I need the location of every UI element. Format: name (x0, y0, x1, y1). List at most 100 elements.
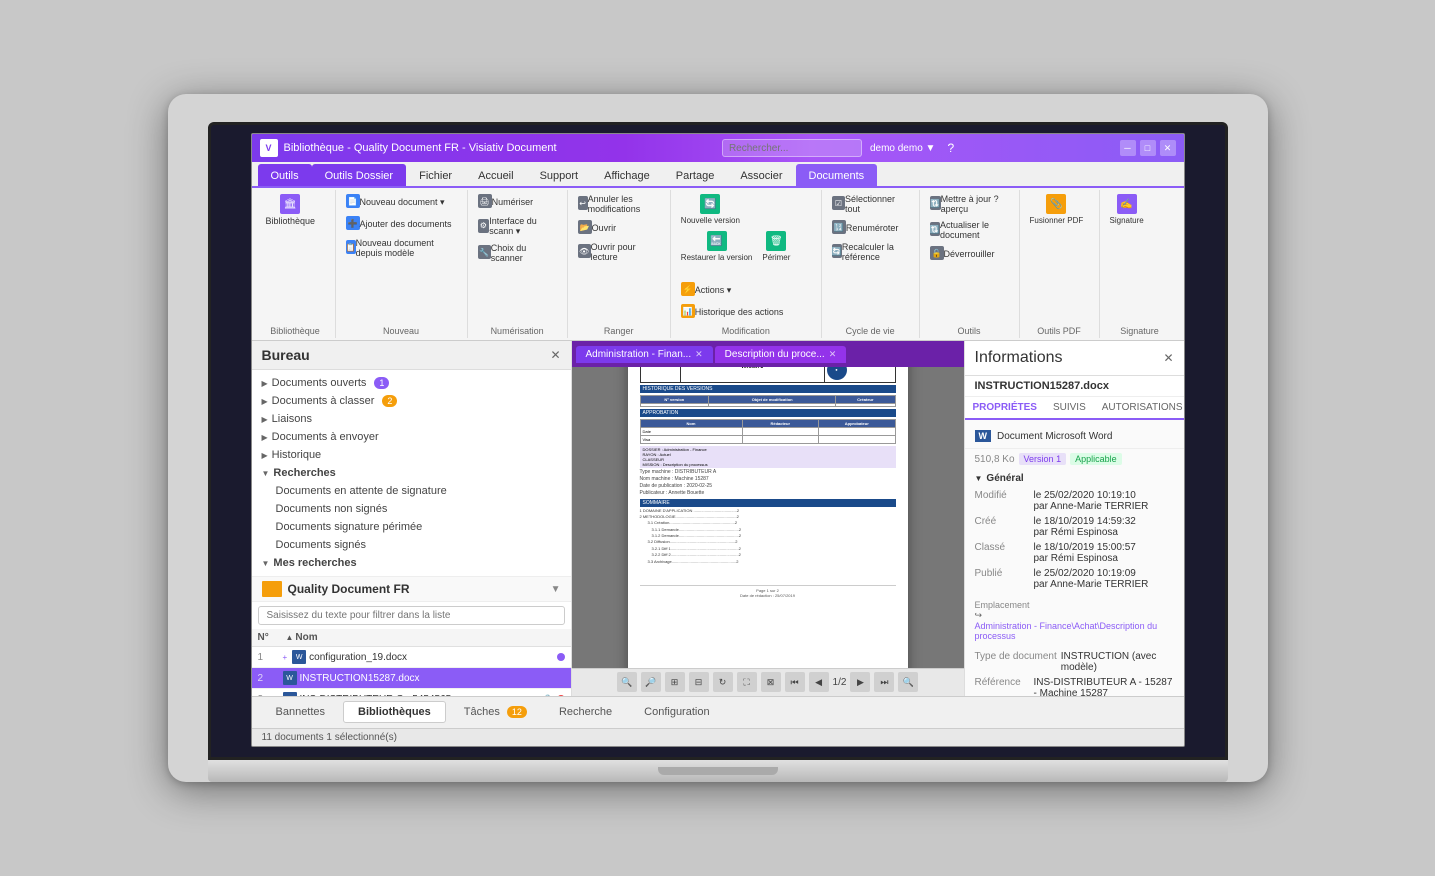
tab-close-icon[interactable]: ✕ (695, 349, 703, 360)
tab-bannettes[interactable]: Bannettes (262, 702, 340, 722)
modified-value: le 25/02/2020 10:19:10 par Anne-Marie TE… (1034, 490, 1174, 512)
tab-autorisations[interactable]: AUTORISATIONS (1094, 397, 1184, 418)
ribbon-group-cycle: ☑ Sélectionner tout 🔢 Renuméroter 🔄 Reca… (822, 190, 920, 338)
sort-icon[interactable]: ▲ (286, 633, 294, 642)
tree-attente-signature[interactable]: Documents en attente de signature (252, 482, 571, 500)
created-value: le 18/10/2019 14:59:32 par Rémi Espinosa (1034, 516, 1174, 538)
ribbon-btn-fusionner[interactable]: 📎 Fusionner PDF (1026, 192, 1088, 227)
prop-created: Créé le 18/10/2019 14:59:32 par Rémi Esp… (975, 514, 1174, 540)
tree-recherches[interactable]: ▼ Recherches (252, 464, 571, 482)
rotate-icon[interactable]: ↻ (713, 672, 733, 692)
tab-outils-dossier[interactable]: Outils Dossier (312, 164, 406, 186)
doc-tab-admin[interactable]: Administration - Finan... ✕ (576, 346, 713, 363)
prop-published: Publié le 25/02/2020 10:19:09 par Anne-M… (975, 566, 1174, 592)
fullscreen-icon[interactable]: ⛶ (737, 672, 757, 692)
user-label[interactable]: demo demo ▼ (870, 143, 935, 154)
tree-historique[interactable]: ▶ Historique (252, 446, 571, 464)
tab-outils[interactable]: Outils (258, 164, 312, 186)
ribbon-btn-maj-apercu[interactable]: 🔃 Mettre à jour ?aperçu (926, 192, 1013, 216)
ribbon-btn-numeriser[interactable]: 🖨 Numériser (474, 192, 561, 212)
search-doc-icon[interactable]: 🔍 (898, 672, 918, 692)
ribbon-btn-nouveau-doc[interactable]: 📄 Nouveau document ▾ (342, 192, 461, 212)
ribbon-btn-actions[interactable]: ⚡ Actions ▾ (677, 280, 736, 300)
tree-signes[interactable]: Documents signés (252, 536, 571, 554)
tree-non-signes[interactable]: Documents non signés (252, 500, 571, 518)
ribbon-btn-renumeroter[interactable]: 🔢 Renuméroter (828, 218, 913, 238)
library-dropdown-icon[interactable]: ▼ (551, 584, 561, 595)
tree-docs-ouverts[interactable]: ▶ Documents ouverts 1 (252, 374, 571, 392)
last-page-icon[interactable]: ⏭ (874, 672, 894, 692)
tab-close-icon[interactable]: ✕ (829, 349, 837, 360)
next-page-icon[interactable]: ▶ (850, 672, 870, 692)
ribbon-btn-choix-scanner[interactable]: 🔧 Choix du scanner (474, 241, 561, 265)
ribbon-btn-ajouter[interactable]: ➕ Ajouter des documents (342, 214, 461, 234)
maximize-button[interactable]: □ (1140, 140, 1156, 156)
doc-tab-desc[interactable]: Description du proce... ✕ (715, 346, 847, 363)
doc-toolbar: 🔍 🔎 ⊞ ⊟ ↻ ⛶ ⊠ ⏮ ◀ 1/2 ▶ ⏭ (572, 668, 964, 696)
tab-recherche[interactable]: Recherche (545, 702, 626, 722)
tree-docs-envoyer[interactable]: ▶ Documents à envoyer (252, 428, 571, 446)
ribbon-btn-nouvelle-version[interactable]: 🔄 Nouvelle version (677, 192, 744, 227)
tab-proprietes[interactable]: PROPRIÉTES (965, 397, 1045, 420)
tab-accueil[interactable]: Accueil (465, 164, 526, 186)
tree-panel: ▶ Documents ouverts 1 ▶ Documents à clas… (252, 370, 571, 577)
help-icon[interactable]: ? (947, 141, 954, 155)
ribbon-btn-deverrouiller[interactable]: 🔓 Déverrouiller (926, 244, 1013, 264)
tab-documents[interactable]: Documents (796, 164, 878, 186)
ribbon-btn-select-all[interactable]: ☑ Sélectionner tout (828, 192, 913, 216)
ribbon-btn-ouvrir[interactable]: 📂 Ouvrir (574, 218, 664, 238)
col-num: N° (258, 632, 286, 643)
zoom-in-icon[interactable]: 🔎 (641, 672, 661, 692)
actions-icon: ⚡ (681, 282, 695, 296)
expire-icon: 🗑 (766, 231, 786, 251)
version-row: 510,8 Ko Version 1 Applicable (965, 449, 1184, 469)
tab-bibliotheques[interactable]: Bibliothèques (343, 701, 446, 723)
ribbon-btn-signature[interactable]: ✍ Signature (1106, 192, 1148, 227)
ribbon-btn-actualiser[interactable]: 🔃 Actualiser le document (926, 218, 1013, 242)
ribbon-btn-nouveau-modele[interactable]: 📋 Nouveau document depuis modèle (342, 236, 461, 260)
list-search-input[interactable] (258, 606, 565, 625)
tab-support[interactable]: Support (527, 164, 592, 186)
bureau-close-icon[interactable]: ✕ (550, 348, 560, 362)
info-close-icon[interactable]: ✕ (1163, 351, 1173, 365)
ribbon-btn-perimer[interactable]: 🗑 Périmer (758, 229, 794, 264)
layout-icon[interactable]: ⊠ (761, 672, 781, 692)
open-icon: 📂 (578, 220, 592, 234)
arrow-icon: ▶ (262, 433, 268, 442)
tree-liaisons[interactable]: ▶ Liaisons (252, 410, 571, 428)
tab-suivis[interactable]: SUIVIS (1045, 397, 1094, 418)
arrow-icon: ▶ (262, 397, 268, 406)
global-search[interactable] (722, 139, 862, 157)
ribbon-group-bibliotheque: 🏛 Bibliothèque Bibliothèque (256, 190, 336, 338)
tab-fichier[interactable]: Fichier (406, 164, 465, 186)
prev-page-icon[interactable]: ◀ (809, 672, 829, 692)
zoom-out-icon[interactable]: 🔍 (617, 672, 637, 692)
ribbon-btn-restaurer[interactable]: 🔙 Restaurer la version (677, 229, 757, 264)
ribbon-btn-ouvrir-lecture[interactable]: 👁 Ouvrir pour lecture (574, 240, 664, 264)
tab-taches[interactable]: Tâches 12 (450, 702, 541, 722)
tab-associer[interactable]: Associer (727, 164, 795, 186)
arrow-icon: ▼ (262, 469, 270, 478)
first-page-icon[interactable]: ⏮ (785, 672, 805, 692)
tree-signature-perimee[interactable]: Documents signature périmée (252, 518, 571, 536)
list-item[interactable]: 2 W INSTRUCTION15287.docx (252, 668, 571, 689)
close-button[interactable]: ✕ (1160, 140, 1176, 156)
tab-partage[interactable]: Partage (663, 164, 728, 186)
doc-preview: MM INDUSTRIES INSTRUCTION [avec modèle] … (572, 367, 964, 668)
emplacement-path[interactable]: Administration - Finance\Achat\Descripti… (975, 621, 1174, 641)
tree-mes-recherches[interactable]: ▼ Mes recherches (252, 554, 571, 572)
ribbon-btn-interface-scan[interactable]: ⚙ Interface du scann ▾ (474, 214, 561, 239)
tab-affichage[interactable]: Affichage (591, 164, 663, 186)
ribbon-btn-annuler[interactable]: ↩ Annuler les modifications (574, 192, 664, 216)
emplacement-icon: ↪ (975, 610, 1174, 621)
info-header: Informations ✕ (965, 341, 1184, 376)
page-fit-icon[interactable]: ⊟ (689, 672, 709, 692)
tab-configuration[interactable]: Configuration (630, 702, 723, 722)
ribbon-btn-recalculer[interactable]: 🔄 Recalculer la référence (828, 240, 913, 264)
minimize-button[interactable]: ─ (1120, 140, 1136, 156)
ribbon-btn-historique-actions[interactable]: 📊 Historique des actions (677, 302, 788, 322)
ribbon-btn-bibliotheque[interactable]: 🏛 Bibliothèque (262, 192, 320, 228)
list-item[interactable]: 1 + W configuration_19.docx (252, 647, 571, 668)
zoom-fit-icon[interactable]: ⊞ (665, 672, 685, 692)
tree-docs-classer[interactable]: ▶ Documents à classer 2 (252, 392, 571, 410)
